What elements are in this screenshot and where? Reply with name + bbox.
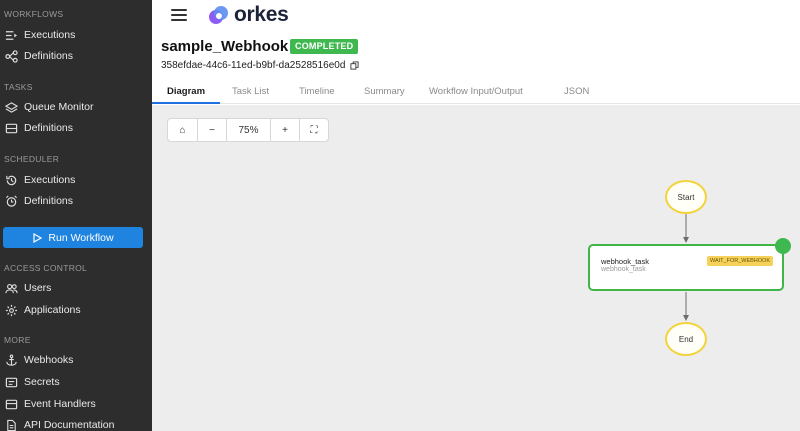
sidebar-item-label: Secrets xyxy=(24,376,60,388)
orkes-logo-mark-icon xyxy=(209,6,228,24)
zoom-home-button[interactable]: ⌂ xyxy=(168,119,198,141)
end-node[interactable]: End xyxy=(665,322,707,356)
orkes-logo: orkes xyxy=(207,3,289,27)
sidebar-item-label: Executions xyxy=(24,174,76,186)
copy-icon[interactable] xyxy=(350,61,359,70)
plus-icon: + xyxy=(282,124,288,136)
section-title-more: MORE xyxy=(4,335,31,345)
document-icon xyxy=(4,418,18,431)
sidebar-item-api-documentation[interactable]: API Documentation xyxy=(0,415,152,431)
run-workflow-label: Run Workflow xyxy=(48,231,114,244)
zoom-out-button[interactable]: − xyxy=(198,119,227,141)
task-reference: webhook_task xyxy=(601,266,646,273)
sidebar-item-workflow-executions[interactable]: Executions xyxy=(0,25,152,45)
end-node-label: End xyxy=(678,334,694,344)
tab-diagram[interactable]: Diagram xyxy=(167,82,205,104)
secrets-box-icon xyxy=(4,375,18,389)
sidebar-item-label: Definitions xyxy=(24,122,74,134)
sidebar-item-scheduler-executions[interactable]: Executions xyxy=(0,170,152,190)
task-name: webhook_task xyxy=(601,257,649,266)
sidebar-item-label: Webhooks xyxy=(24,354,74,366)
zoom-in-button[interactable]: + xyxy=(271,119,300,141)
sidebar-item-label: API Documentation xyxy=(24,419,115,431)
sidebar-item-label: Executions xyxy=(24,29,76,41)
sidebar-item-label: Event Handlers xyxy=(24,398,96,410)
executions-list-icon xyxy=(4,28,18,42)
active-tab-indicator xyxy=(152,102,220,104)
gear-icon xyxy=(4,303,18,317)
start-node[interactable]: Start xyxy=(665,180,707,214)
sidebar-item-label: Applications xyxy=(24,304,81,316)
sidebar-item-secrets[interactable]: Secrets xyxy=(0,372,152,392)
start-node-label: Start xyxy=(677,192,695,202)
zoom-toolbar: ⌂ − 75% + ⛶ xyxy=(167,118,329,142)
sidebar-item-label: Users xyxy=(24,282,52,294)
sidebar-item-label: Queue Monitor xyxy=(24,101,94,113)
task-status-dot xyxy=(775,238,791,254)
tab-workflow-input-output[interactable]: Workflow Input/Output xyxy=(429,82,523,104)
section-title-access-control: ACCESS CONTROL xyxy=(4,263,88,273)
layers-icon xyxy=(4,100,18,114)
tab-summary[interactable]: Summary xyxy=(364,82,405,104)
sidebar-item-workflow-definitions[interactable]: Definitions xyxy=(0,46,152,66)
sidebar-item-applications[interactable]: Applications xyxy=(0,300,152,320)
workflow-id-text: 358efdae-44c6-11ed-b9bf-da2528516e0d xyxy=(161,60,346,71)
sidebar-item-scheduler-definitions[interactable]: Definitions xyxy=(0,191,152,211)
sidebar-item-label: Definitions xyxy=(24,50,74,62)
minus-icon: − xyxy=(209,124,215,136)
tab-timeline[interactable]: Timeline xyxy=(299,82,335,104)
anchor-icon xyxy=(4,353,18,367)
tab-bar: Diagram Task List Timeline Summary Workf… xyxy=(152,82,800,104)
sidebar-item-webhooks[interactable]: Webhooks xyxy=(0,350,152,370)
tab-task-list[interactable]: Task List xyxy=(232,82,269,104)
workflow-title: sample_Webhook xyxy=(161,38,289,55)
sidebar-item-task-definitions[interactable]: Definitions xyxy=(0,118,152,138)
workflow-graph-icon xyxy=(4,49,18,63)
task-type-badge: WAIT_FOR_WEBHOOK xyxy=(707,256,773,266)
fit-screen-button[interactable]: ⛶ xyxy=(300,119,328,141)
workflow-id: 358efdae-44c6-11ed-b9bf-da2528516e0d xyxy=(161,60,359,71)
home-icon: ⌂ xyxy=(179,124,186,136)
event-box-icon xyxy=(4,397,18,411)
play-icon xyxy=(33,232,43,243)
status-badge: COMPLETED xyxy=(290,39,359,54)
logo-text: orkes xyxy=(234,3,289,26)
sidebar-item-users[interactable]: Users xyxy=(0,278,152,298)
tab-json[interactable]: JSON xyxy=(564,82,589,104)
users-icon xyxy=(4,281,18,295)
sidebar-item-queue-monitor[interactable]: Queue Monitor xyxy=(0,97,152,117)
history-icon xyxy=(4,173,18,187)
top-bar: orkes xyxy=(152,0,800,33)
zoom-level: 75% xyxy=(227,119,271,141)
sidebar-item-label: Definitions xyxy=(24,195,74,207)
sidebar: WORKFLOWS Executions Definitions TASKS Q… xyxy=(0,0,152,431)
run-workflow-button[interactable]: Run Workflow xyxy=(3,227,143,248)
fit-screen-icon: ⛶ xyxy=(310,124,318,136)
section-title-workflows: WORKFLOWS xyxy=(4,9,64,19)
alarm-clock-icon xyxy=(4,194,18,208)
task-box-icon xyxy=(4,121,18,135)
sidebar-item-event-handlers[interactable]: Event Handlers xyxy=(0,394,152,414)
section-title-scheduler: SCHEDULER xyxy=(4,154,60,164)
menu-icon[interactable] xyxy=(171,9,187,21)
section-title-tasks: TASKS xyxy=(4,82,33,92)
task-node-webhook[interactable]: webhook_task webhook_task WAIT_FOR_WEBHO… xyxy=(588,244,784,291)
